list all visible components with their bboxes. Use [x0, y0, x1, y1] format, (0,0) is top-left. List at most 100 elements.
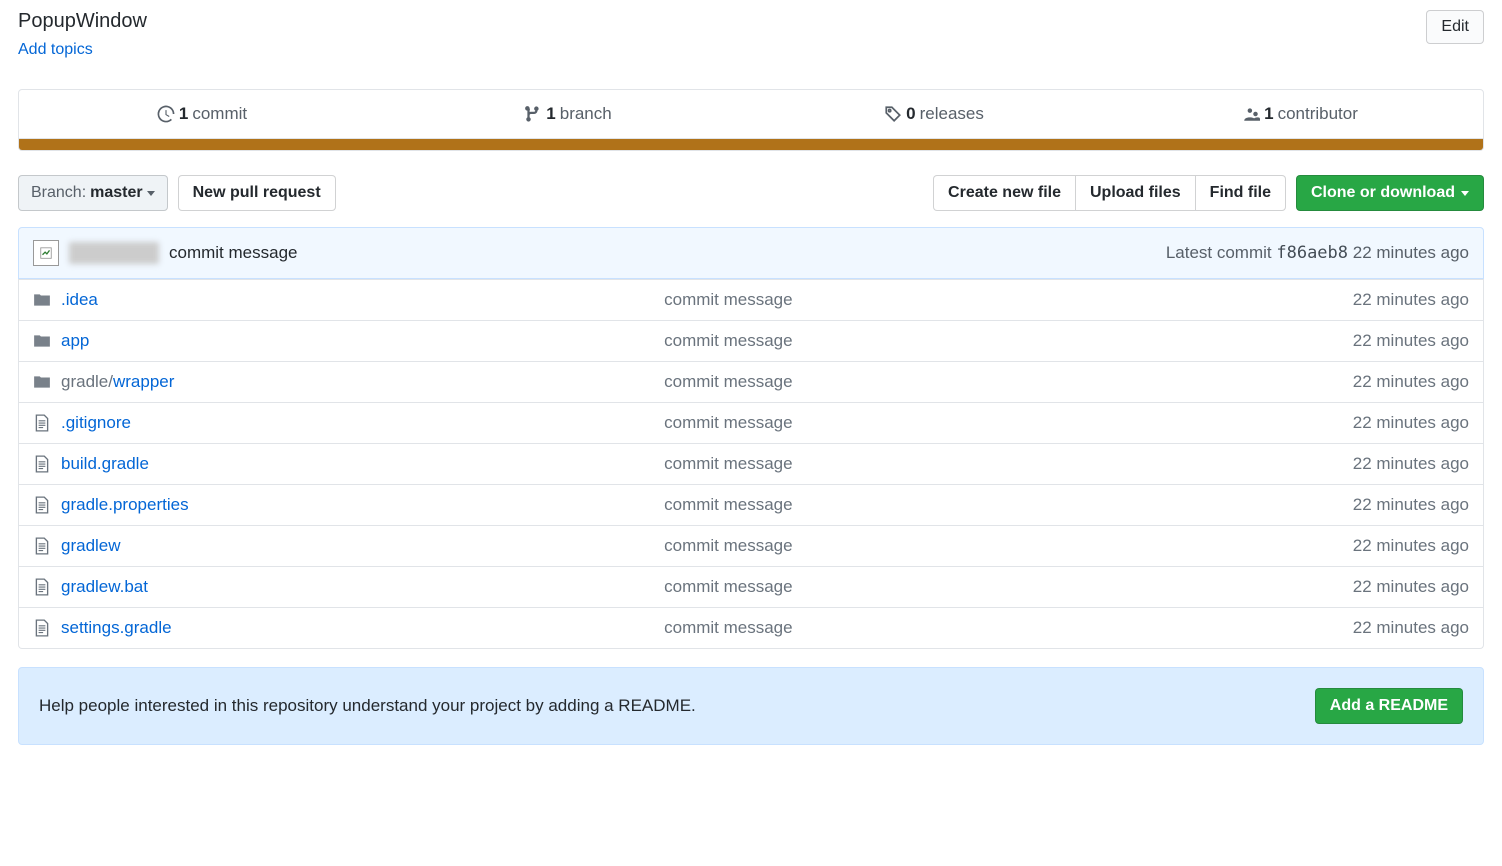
- file-commit-message[interactable]: commit message: [664, 618, 1353, 638]
- file-link[interactable]: build.gradle: [61, 454, 149, 473]
- author-name-blurred[interactable]: [69, 242, 159, 264]
- commit-meta: Latest commit f86aeb8 22 minutes ago: [1166, 243, 1469, 263]
- new-pull-request-button[interactable]: New pull request: [178, 175, 336, 211]
- action-right: Create new file Upload files Find file C…: [933, 175, 1484, 211]
- latest-commit-sha[interactable]: f86aeb8: [1276, 243, 1348, 263]
- table-row: gradle/wrappercommit message22 minutes a…: [19, 361, 1483, 402]
- people-icon: [1242, 105, 1260, 123]
- branch-icon: [524, 105, 542, 123]
- folder-icon: [33, 291, 61, 309]
- upload-files-button[interactable]: Upload files: [1075, 175, 1195, 211]
- file-icon: [33, 414, 61, 432]
- file-actions-group: Create new file Upload files Find file: [933, 175, 1286, 211]
- commits-label: commit: [192, 104, 247, 124]
- latest-commit-prefix: Latest commit: [1166, 243, 1272, 262]
- add-topics-link[interactable]: Add topics: [18, 41, 147, 59]
- file-commit-message[interactable]: commit message: [664, 331, 1353, 351]
- readme-banner: Help people interested in this repositor…: [18, 667, 1484, 745]
- stats-bar: 1 commit 1 branch 0 releases 1 contribut…: [18, 89, 1484, 139]
- file-name-cell: .idea: [61, 290, 664, 310]
- file-commit-message[interactable]: commit message: [664, 454, 1353, 474]
- file-commit-message[interactable]: commit message: [664, 413, 1353, 433]
- file-commit-message[interactable]: commit message: [664, 495, 1353, 515]
- file-commit-time[interactable]: 22 minutes ago: [1353, 495, 1469, 515]
- table-row: .idea commit message22 minutes ago: [19, 279, 1483, 320]
- file-link[interactable]: .idea: [61, 290, 98, 309]
- file-icon: [33, 455, 61, 473]
- file-icon: [33, 537, 61, 555]
- stat-releases[interactable]: 0 releases: [751, 90, 1117, 138]
- latest-commit-time[interactable]: 22 minutes ago: [1353, 243, 1469, 262]
- folder-icon: [33, 332, 61, 350]
- releases-count: 0: [906, 104, 915, 124]
- stat-branches[interactable]: 1 branch: [385, 90, 751, 138]
- folder-icon: [33, 373, 61, 391]
- branch-select-button[interactable]: Branch: master: [18, 175, 168, 211]
- file-path-prefix: gradle/: [61, 372, 113, 391]
- file-icon: [33, 578, 61, 596]
- file-name-cell: .gitignore: [61, 413, 664, 433]
- add-readme-button[interactable]: Add a README: [1315, 688, 1463, 724]
- latest-commit-message[interactable]: commit message: [169, 243, 297, 263]
- file-commit-time[interactable]: 22 minutes ago: [1353, 372, 1469, 392]
- broken-image-icon: [39, 246, 53, 260]
- file-icon: [33, 496, 61, 514]
- branch-value: master: [90, 184, 142, 202]
- file-commit-time[interactable]: 22 minutes ago: [1353, 413, 1469, 433]
- file-link[interactable]: gradlew.bat: [61, 577, 148, 596]
- file-link[interactable]: gradlew: [61, 536, 121, 555]
- file-commit-time[interactable]: 22 minutes ago: [1353, 536, 1469, 556]
- table-row: gradlew commit message22 minutes ago: [19, 525, 1483, 566]
- file-name-cell: app: [61, 331, 664, 351]
- file-commit-message[interactable]: commit message: [664, 536, 1353, 556]
- file-name-cell: gradle/wrapper: [61, 372, 664, 392]
- file-link[interactable]: app: [61, 331, 89, 350]
- file-commit-time[interactable]: 22 minutes ago: [1353, 618, 1469, 638]
- file-name-cell: gradle.properties: [61, 495, 664, 515]
- file-commit-time[interactable]: 22 minutes ago: [1353, 290, 1469, 310]
- avatar[interactable]: [33, 240, 59, 266]
- action-left: Branch: master New pull request: [18, 175, 336, 211]
- table-row: .gitignore commit message22 minutes ago: [19, 402, 1483, 443]
- edit-button[interactable]: Edit: [1426, 10, 1484, 44]
- file-link[interactable]: settings.gradle: [61, 618, 172, 637]
- file-link[interactable]: wrapper: [113, 372, 174, 391]
- commits-count: 1: [179, 104, 188, 124]
- file-commit-time[interactable]: 22 minutes ago: [1353, 577, 1469, 597]
- stat-contributors[interactable]: 1 contributor: [1117, 90, 1483, 138]
- file-commit-time[interactable]: 22 minutes ago: [1353, 331, 1469, 351]
- create-new-file-button[interactable]: Create new file: [933, 175, 1075, 211]
- file-icon: [33, 619, 61, 637]
- contributors-label: contributor: [1278, 104, 1358, 124]
- repo-header-left: PopupWindow Add topics: [18, 10, 147, 59]
- file-table: .ideacommit message22 minutes agoappcomm…: [18, 279, 1484, 649]
- file-commit-time[interactable]: 22 minutes ago: [1353, 454, 1469, 474]
- stat-commits[interactable]: 1 commit: [19, 90, 385, 138]
- repo-description: PopupWindow: [18, 10, 147, 33]
- file-link[interactable]: .gitignore: [61, 413, 131, 432]
- contributors-count: 1: [1264, 104, 1273, 124]
- branches-count: 1: [546, 104, 555, 124]
- file-commit-message[interactable]: commit message: [664, 290, 1353, 310]
- file-link[interactable]: gradle.properties: [61, 495, 189, 514]
- file-name-cell: gradlew: [61, 536, 664, 556]
- file-name-cell: settings.gradle: [61, 618, 664, 638]
- table-row: gradle.properties commit message22 minute…: [19, 484, 1483, 525]
- clone-download-button[interactable]: Clone or download: [1296, 175, 1484, 211]
- table-row: app commit message22 minutes ago: [19, 320, 1483, 361]
- branch-prefix: Branch:: [31, 184, 86, 202]
- file-name-cell: gradlew.bat: [61, 577, 664, 597]
- table-row: build.gradle commit message22 minutes ago: [19, 443, 1483, 484]
- releases-label: releases: [920, 104, 984, 124]
- table-row: gradlew.bat commit message22 minutes ago: [19, 566, 1483, 607]
- tag-icon: [884, 105, 902, 123]
- caret-down-icon: [1461, 191, 1469, 196]
- branches-label: branch: [560, 104, 612, 124]
- file-commit-message[interactable]: commit message: [664, 577, 1353, 597]
- history-icon: [157, 105, 175, 123]
- language-bar[interactable]: [18, 139, 1484, 151]
- repo-header: PopupWindow Add topics Edit: [18, 0, 1484, 59]
- file-commit-message[interactable]: commit message: [664, 372, 1353, 392]
- find-file-button[interactable]: Find file: [1195, 175, 1286, 211]
- caret-down-icon: [147, 191, 155, 196]
